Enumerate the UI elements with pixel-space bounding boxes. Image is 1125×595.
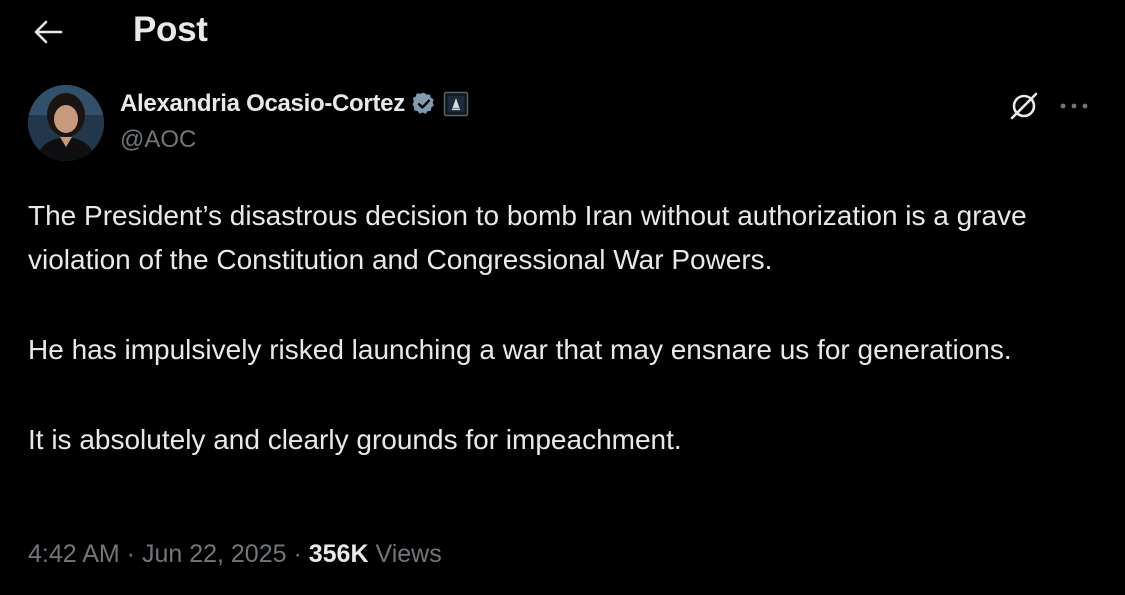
post-date[interactable]: Jun 22, 2025 [142,540,287,568]
meta-separator: · [286,540,309,568]
post-paragraph: It is absolutely and clearly grounds for… [28,424,682,455]
views-label: Views [375,540,442,568]
grok-icon [1010,92,1038,120]
avatar[interactable] [28,85,104,161]
post-time[interactable]: 4:42 AM [28,540,120,568]
post-text: The President’s disastrous decision to b… [28,194,1098,462]
author-name-row: Alexandria Ocasio-Cortez [120,88,469,120]
post-paragraph: The President’s disastrous decision to b… [28,200,1027,275]
post-paragraph: He has impulsively risked launching a wa… [28,334,1012,365]
arrow-left-icon [34,20,63,44]
page-title: Post [133,10,208,49]
more-options-icon [1060,103,1088,109]
meta-separator: · [119,540,142,568]
avatar-image [28,85,104,161]
views-count: 356K [308,540,369,568]
grok-button[interactable] [1006,88,1042,124]
more-options-button[interactable] [1054,88,1094,124]
post-meta: 4:42 AM · Jun 22, 2025 · 356K Views [28,540,442,569]
author-display-name[interactable]: Alexandria Ocasio-Cortez [120,90,405,118]
author-handle[interactable]: @AOC [120,126,196,154]
verified-badge-icon[interactable] [411,91,437,117]
government-badge-icon[interactable] [443,91,469,117]
top-bar: Post [0,0,1125,64]
back-button[interactable] [26,12,70,52]
